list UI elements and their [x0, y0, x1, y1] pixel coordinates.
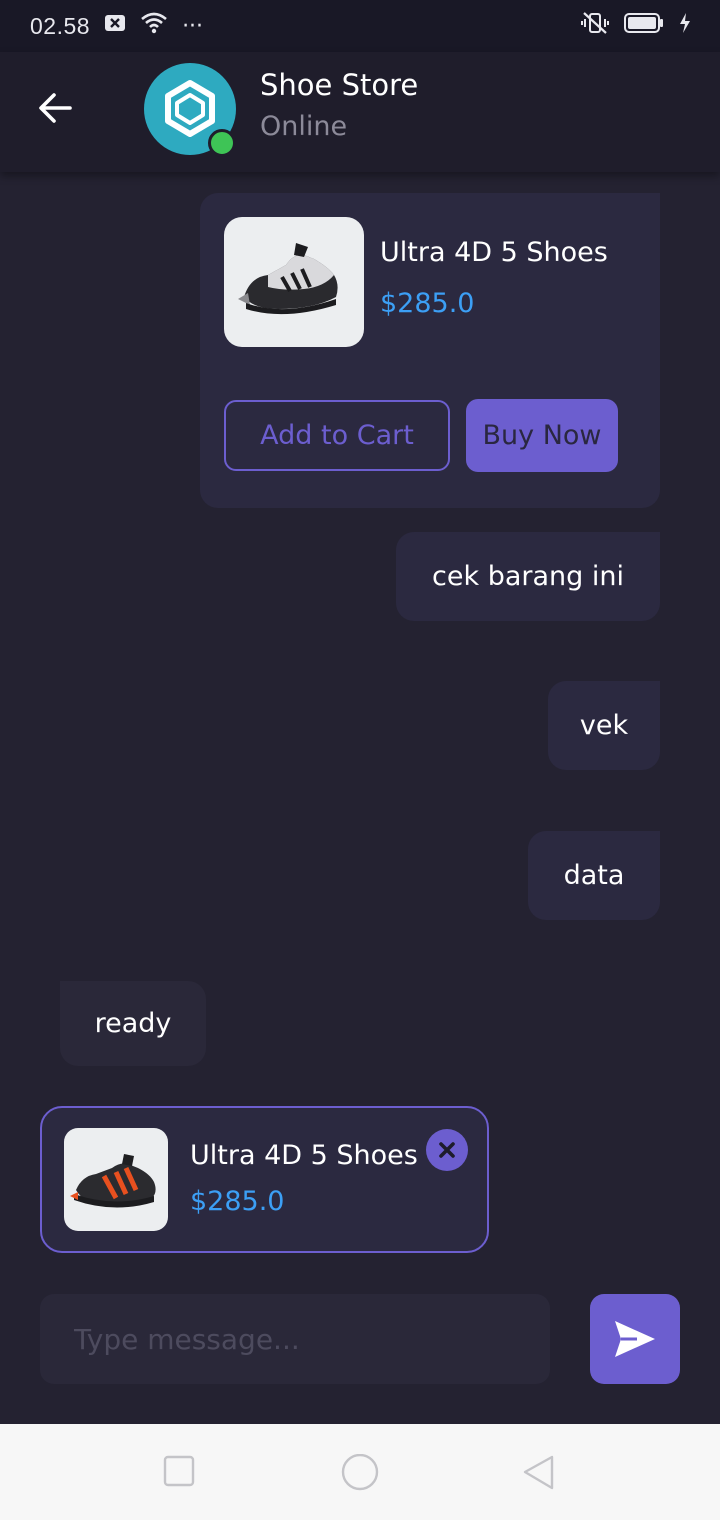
system-nav-bar	[0, 1424, 720, 1520]
status-time: 02.58	[30, 12, 91, 39]
product-name: Ultra 4D 5 Shoes	[380, 237, 608, 268]
product-preview-card: Ultra 4D 5 Shoes $285.0	[40, 1106, 489, 1253]
overflow-dots: ···	[182, 13, 204, 39]
vibrate-off-icon	[580, 11, 610, 41]
close-icon	[439, 1142, 455, 1158]
message-bubble-sent: cek barang ini	[396, 532, 660, 621]
product-message-card: Ultra 4D 5 Shoes $285.0 Add to Cart Buy …	[200, 193, 660, 508]
preview-product-price: $285.0	[190, 1186, 285, 1217]
status-bar-right	[580, 11, 692, 41]
square-icon	[163, 1455, 195, 1487]
chat-status: Online	[260, 111, 348, 142]
notification-icon	[104, 13, 126, 39]
preview-product-image	[64, 1128, 168, 1231]
status-bar-left: 02.58 ···	[30, 12, 203, 40]
message-input-container	[40, 1294, 550, 1384]
message-bubble-sent: vek	[548, 681, 660, 770]
chat-header: Shoe Store Online	[0, 52, 720, 172]
shoe-image	[70, 1154, 156, 1208]
battery-icon	[624, 12, 664, 40]
add-to-cart-button[interactable]: Add to Cart	[224, 400, 450, 471]
send-icon	[615, 1321, 655, 1357]
back-nav-button[interactable]	[520, 1454, 560, 1494]
message-bubble-sent: data	[528, 831, 660, 920]
arrow-left-icon	[39, 93, 72, 123]
buy-now-button[interactable]: Buy Now	[466, 399, 618, 472]
send-button[interactable]	[590, 1294, 680, 1384]
online-indicator	[208, 129, 236, 157]
message-text: ready	[94, 1008, 172, 1039]
message-bubble-received: ready	[60, 981, 206, 1066]
home-button[interactable]	[340, 1453, 380, 1494]
chat-title: Shoe Store	[260, 68, 419, 102]
message-text: data	[563, 860, 625, 891]
message-input[interactable]	[72, 1321, 518, 1357]
shoe-image	[238, 243, 338, 315]
message-text: cek barang ini	[432, 561, 624, 592]
status-bar: 02.58 ···	[0, 0, 720, 52]
remove-preview-button[interactable]	[426, 1129, 468, 1171]
back-button[interactable]	[36, 88, 76, 128]
product-image[interactable]	[224, 217, 364, 347]
product-price: $285.0	[380, 288, 475, 319]
preview-product-name: Ultra 4D 5 Shoes	[190, 1140, 418, 1171]
circle-icon	[341, 1453, 379, 1491]
recents-button[interactable]	[162, 1454, 202, 1494]
message-text: vek	[579, 710, 629, 741]
charging-icon	[678, 12, 692, 40]
wifi-icon	[140, 12, 168, 40]
triangle-back-icon	[523, 1455, 554, 1490]
